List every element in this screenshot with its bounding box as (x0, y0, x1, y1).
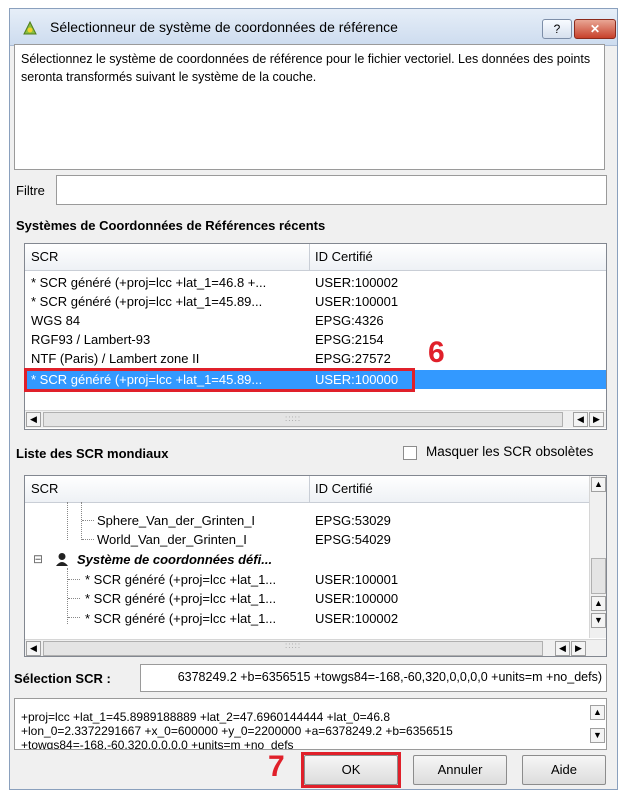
annotation-number-7: 7 (268, 750, 285, 783)
world-crs-table: SCR ID Certifié Sphere_Van_der_Grinten_I… (24, 475, 607, 657)
table-row[interactable]: RGF93 / Lambert-93 EPSG:2154 (25, 330, 606, 349)
row-name: * SCR généré (+proj=lcc +lat_1... (85, 572, 277, 587)
row-id: EPSG:54029 (315, 532, 391, 547)
scroll-left-icon[interactable]: ◀ (573, 412, 588, 427)
row-id: EPSG:27572 (315, 351, 391, 366)
row-id: USER:100001 (315, 572, 399, 587)
proj-line-1: +proj=lcc +lat_1=45.8989188889 +lat_2=47… (21, 710, 390, 724)
table-row[interactable]: * SCR généré (+proj=lcc +lat_1=46.8 +...… (25, 273, 606, 292)
row-id: USER:100000 (315, 591, 399, 606)
grip-icon: ::::: (285, 641, 302, 650)
close-button[interactable]: ✕ (574, 19, 616, 39)
recent-table-header: SCR ID Certifié (25, 244, 606, 271)
world-vscrollbar[interactable]: ▲ ▲ ▼ (589, 476, 606, 638)
tree-row[interactable]: * SCR généré (+proj=lcc +lat_1... USER:1… (25, 589, 585, 608)
recent-crs-table: SCR ID Certifié * SCR généré (+proj=lcc … (24, 243, 607, 430)
row-name: NTF (Paris) / Lambert zone II (31, 351, 200, 366)
recent-crs-title: Systèmes de Coordonnées de Références ré… (16, 218, 326, 233)
row-name: * SCR généré (+proj=lcc +lat_1... (85, 591, 277, 606)
header-id[interactable]: ID Certifié (315, 249, 373, 264)
annotation-number-6: 6 (428, 336, 445, 369)
description-box: Sélectionnez le système de coordonnées d… (14, 44, 605, 170)
row-name: RGF93 / Lambert-93 (31, 332, 151, 347)
row-name: World_Van_der_Grinten_I (97, 532, 247, 547)
scroll-up-icon[interactable]: ▲ (591, 596, 606, 611)
grip-icon: ::::: (285, 414, 302, 423)
scroll-up-icon[interactable]: ▲ (590, 705, 605, 720)
annotation-box-6 (24, 368, 415, 392)
help-title-button[interactable]: ? (542, 19, 572, 39)
header-scr[interactable]: SCR (31, 249, 58, 264)
hide-obsolete-checkbox[interactable] (403, 446, 417, 460)
scroll-right-icon[interactable]: ▶ (571, 641, 586, 656)
row-id: USER:100002 (315, 275, 399, 290)
row-id: EPSG:4326 (315, 313, 384, 328)
hide-obsolete-label: Masquer les SCR obsolètes (426, 444, 594, 459)
filter-input[interactable] (56, 175, 607, 205)
tree-row[interactable]: Sphere_Van_der_Grinten_I EPSG:53029 (25, 511, 585, 530)
collapse-icon[interactable]: ⊟ (33, 550, 43, 569)
world-crs-title: Liste des SCR mondiaux (16, 446, 169, 461)
row-id: USER:100001 (315, 294, 399, 309)
row-name: * SCR généré (+proj=lcc +lat_1... (85, 611, 277, 626)
window-title: Sélectionneur de système de coordonnées … (50, 19, 398, 35)
proj-line-2: +lon_0=2.3372291667 +x_0=600000 +y_0=220… (21, 724, 453, 738)
scroll-left-icon[interactable]: ◀ (26, 641, 41, 656)
user-icon (56, 553, 68, 566)
title-bar[interactable]: Sélectionneur de système de coordonnées … (10, 9, 617, 46)
annotation-box-7 (301, 752, 401, 788)
qgis-icon (23, 20, 37, 35)
selection-label: Sélection SCR : (14, 671, 111, 686)
recent-hscrollbar[interactable]: ◀ ◀ ▶ (25, 410, 606, 428)
scroll-right-icon[interactable]: ▶ (589, 412, 604, 427)
filter-label: Filtre (16, 183, 45, 198)
row-id: USER:100002 (315, 611, 399, 626)
tree-row-group[interactable]: ⊟ Système de coordonnées défi... (25, 550, 585, 569)
help-button[interactable]: Aide (522, 755, 606, 785)
row-id: EPSG:2154 (315, 332, 384, 347)
scroll-left-icon[interactable]: ◀ (26, 412, 41, 427)
table-row[interactable]: * SCR généré (+proj=lcc +lat_1=45.89... … (25, 292, 606, 311)
row-name: * SCR généré (+proj=lcc +lat_1=45.89... (31, 294, 263, 309)
table-row[interactable]: WGS 84 EPSG:4326 (25, 311, 606, 330)
scroll-down-icon[interactable]: ▼ (591, 613, 606, 628)
scroll-thumb[interactable] (591, 558, 606, 594)
tree-row[interactable]: * SCR généré (+proj=lcc +lat_1... USER:1… (25, 570, 585, 589)
proj-line-3: +towgs84=-168,-60,320,0,0,0,0 +units=m +… (21, 738, 294, 750)
tree-row[interactable]: World_Van_der_Grinten_I EPSG:54029 (25, 530, 585, 549)
row-id: EPSG:53029 (315, 513, 391, 528)
row-name: * SCR généré (+proj=lcc +lat_1=46.8 +... (31, 275, 267, 290)
world-table-header: SCR ID Certifié (25, 476, 589, 503)
row-name: WGS 84 (31, 313, 81, 328)
header-id[interactable]: ID Certifié (315, 481, 373, 496)
header-scr[interactable]: SCR (31, 481, 58, 496)
proj-definition-box[interactable]: +proj=lcc +lat_1=45.8989188889 +lat_2=47… (14, 698, 607, 750)
tree-row[interactable]: * SCR généré (+proj=lcc +lat_1... USER:1… (25, 609, 585, 628)
scroll-up-icon[interactable]: ▲ (591, 477, 606, 492)
world-hscrollbar[interactable]: ◀ ◀ ▶ (25, 639, 606, 656)
cancel-button[interactable]: Annuler (413, 755, 507, 785)
table-row[interactable]: NTF (Paris) / Lambert zone II EPSG:27572 (25, 349, 606, 368)
scroll-down-icon[interactable]: ▼ (590, 728, 605, 743)
selection-field[interactable]: 6378249.2 +b=6356515 +towgs84=-168,-60,3… (140, 664, 607, 692)
scroll-thumb[interactable] (43, 412, 563, 427)
row-name: Sphere_Van_der_Grinten_I (97, 513, 256, 528)
scroll-left-icon[interactable]: ◀ (555, 641, 570, 656)
selection-value: 6378249.2 +b=6356515 +towgs84=-168,-60,3… (177, 670, 602, 684)
row-name: Système de coordonnées défi... (77, 552, 273, 567)
